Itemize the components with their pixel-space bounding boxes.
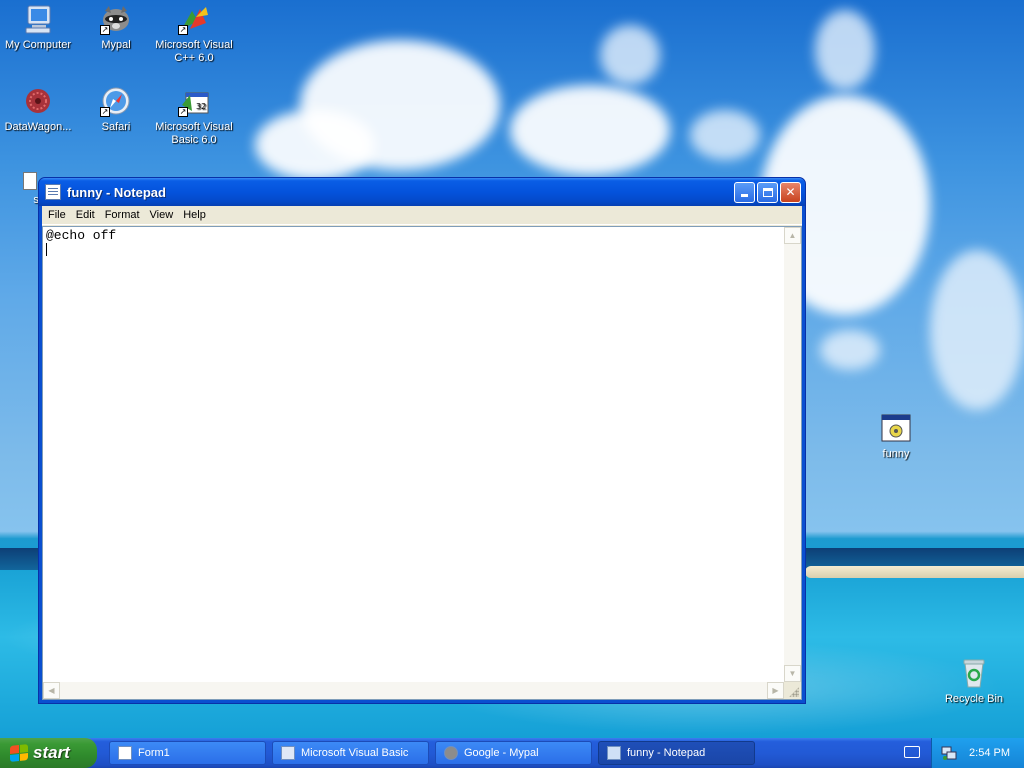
clock[interactable]: 2:54 PM — [969, 747, 1010, 759]
desktop-icon-label: Microsoft Visual Basic 6.0 — [155, 121, 233, 146]
window-client-area: File Edit Format View Help @echo off ▲ ▼… — [42, 206, 802, 700]
desktop-icon-recycle-bin[interactable]: Recycle Bin — [929, 657, 1019, 706]
desktop-icon-label: Recycle Bin — [944, 693, 1004, 705]
taskbar-button-notepad[interactable]: funny - Notepad — [598, 741, 755, 765]
minimize-button[interactable] — [734, 181, 755, 203]
windows-flag-icon — [10, 744, 28, 762]
notepad-window[interactable]: funny - Notepad ✕ File Edit Format View … — [38, 177, 806, 704]
taskbar-button-label: Microsoft Visual Basic — [301, 747, 409, 759]
menu-view[interactable]: View — [146, 209, 180, 221]
document-icon — [23, 172, 37, 190]
maximize-icon — [762, 187, 773, 197]
desktop-icon-label: Microsoft Visual C++ 6.0 — [155, 39, 233, 64]
svg-text:32: 32 — [196, 102, 206, 111]
notepad-icon — [45, 184, 61, 200]
safari-compass-icon: ↗ — [100, 85, 132, 117]
notepad-icon — [607, 746, 621, 760]
shortcut-arrow-icon: ↗ — [100, 107, 110, 117]
mypal-raccoon-icon — [444, 746, 458, 760]
my-computer-icon — [22, 3, 54, 35]
taskbar-button-label: funny - Notepad — [627, 747, 706, 759]
cloud-decoration — [255, 110, 375, 180]
desktop-icon-visual-basic[interactable]: 32 ↗ Microsoft Visual Basic 6.0 — [149, 85, 239, 147]
taskbar-button-visual-basic[interactable]: Microsoft Visual Basic — [272, 741, 429, 765]
desktop-icon-label: funny — [882, 448, 910, 460]
system-tray: 2:54 PM — [931, 738, 1024, 768]
form-icon — [118, 746, 132, 760]
text-line: @echo off — [46, 228, 117, 243]
taskbar: start Form1 Microsoft Visual Basic Googl… — [0, 738, 1024, 768]
text-caret — [46, 243, 47, 256]
arrow-down-icon: ▼ — [788, 669, 797, 678]
window-titlebar[interactable]: funny - Notepad ✕ — [39, 178, 805, 206]
arrow-left-icon: ◀ — [48, 686, 55, 695]
taskbar-button-label: Google - Mypal — [464, 747, 539, 759]
desktop-icon-visual-cpp[interactable]: ↗ Microsoft Visual C++ 6.0 — [149, 3, 239, 65]
window-title: funny - Notepad — [67, 184, 166, 200]
scroll-left-button[interactable]: ◀ — [43, 682, 60, 699]
arrow-right-icon: ▶ — [772, 686, 779, 695]
scroll-right-button[interactable]: ▶ — [767, 682, 784, 699]
close-icon: ✕ — [785, 185, 796, 199]
sandbar — [805, 566, 1024, 578]
start-label: start — [33, 743, 70, 762]
shortcut-arrow-icon: ↗ — [100, 25, 110, 35]
visual-basic-icon — [281, 746, 295, 760]
close-button[interactable]: ✕ — [780, 181, 801, 203]
desktop-icon-funny[interactable]: funny — [851, 412, 941, 461]
mypal-raccoon-icon: ↗ — [100, 3, 132, 35]
network-icon[interactable] — [941, 745, 957, 761]
cloud-decoration — [510, 85, 670, 175]
menu-help[interactable]: Help — [179, 209, 212, 221]
cloud-decoration — [815, 10, 875, 90]
taskbar-button-mypal[interactable]: Google - Mypal — [435, 741, 592, 765]
cloud-decoration — [690, 110, 760, 160]
visual-basic-icon: 32 ↗ — [178, 85, 210, 117]
taskbar-button-label: Form1 — [138, 747, 170, 759]
desktop-icon-safari[interactable]: ↗ Safari — [71, 85, 161, 134]
vertical-scrollbar[interactable]: ▲ ▼ — [784, 227, 801, 682]
menu-bar: File Edit Format View Help — [42, 206, 802, 225]
keyboard-language-icon[interactable] — [904, 746, 920, 758]
shortcut-arrow-icon: ↗ — [178, 25, 188, 35]
batch-file-icon — [880, 412, 912, 444]
text-area[interactable]: @echo off — [46, 229, 783, 681]
taskbar-button-form1[interactable]: Form1 — [109, 741, 266, 765]
cloud-decoration — [600, 25, 660, 85]
cloud-decoration — [930, 250, 1024, 410]
menu-edit[interactable]: Edit — [72, 209, 101, 221]
horizontal-scrollbar[interactable]: ◀ ▶ — [43, 682, 784, 699]
resize-grip[interactable] — [784, 682, 801, 699]
scroll-down-button[interactable]: ▼ — [784, 665, 801, 682]
desktop-icon-label: Safari — [101, 121, 131, 133]
scroll-up-button[interactable]: ▲ — [784, 227, 801, 244]
desktop-icon-mypal[interactable]: ↗ Mypal — [71, 3, 161, 52]
recycle-bin-icon — [958, 657, 990, 689]
cloud-decoration — [820, 330, 880, 370]
shortcut-arrow-icon: ↗ — [178, 107, 188, 117]
menu-file[interactable]: File — [44, 209, 72, 221]
visual-cpp-icon: ↗ — [178, 3, 210, 35]
arrow-up-icon: ▲ — [788, 231, 797, 240]
start-button[interactable]: start — [0, 738, 97, 768]
datawagon-icon — [22, 85, 54, 117]
desktop-icon-label: Mypal — [101, 39, 131, 51]
maximize-button[interactable] — [757, 181, 778, 203]
menu-format[interactable]: Format — [101, 209, 146, 221]
minimize-icon — [741, 194, 748, 197]
text-editor[interactable]: @echo off ▲ ▼ ◀ ▶ — [42, 226, 802, 700]
